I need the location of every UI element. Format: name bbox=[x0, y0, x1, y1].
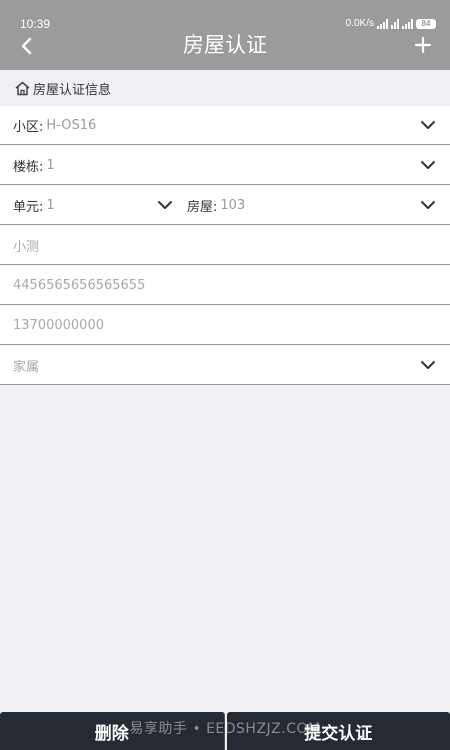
building-value: 1 bbox=[46, 157, 55, 173]
status-time: 10:39 bbox=[20, 17, 51, 31]
relation-value: 家属 bbox=[13, 359, 40, 375]
action-bar: 删除 提交认证 bbox=[0, 712, 450, 750]
signal-icon bbox=[377, 19, 388, 29]
header-bar: 10:39 0.0K/s 84 房屋认证 bbox=[0, 0, 450, 70]
room-value: 103 bbox=[220, 198, 246, 213]
community-value: H-OS16 bbox=[46, 117, 97, 133]
chevron-down-icon[interactable] bbox=[420, 158, 436, 172]
name-value: 小测 bbox=[13, 239, 40, 255]
plus-icon bbox=[414, 36, 432, 54]
building-label: 楼栋: bbox=[13, 159, 44, 175]
signal-4g-icon bbox=[402, 19, 413, 29]
id-number-value: 4456565656565655 bbox=[13, 277, 146, 293]
status-bar: 10:39 0.0K/s 84 bbox=[0, 0, 450, 31]
phone-field[interactable]: 13700000000 bbox=[0, 306, 450, 345]
community-select[interactable]: 小区: H-OS16 bbox=[0, 106, 450, 145]
chevron-down-icon[interactable] bbox=[157, 198, 173, 212]
submit-button[interactable]: 提交认证 bbox=[226, 712, 450, 750]
page-title: 房屋认证 bbox=[183, 33, 267, 57]
building-select[interactable]: 楼栋: 1 bbox=[0, 146, 450, 185]
phone-value: 13700000000 bbox=[13, 317, 104, 333]
unit-value: 1 bbox=[46, 198, 55, 213]
relation-select[interactable]: 家属 bbox=[0, 346, 450, 385]
id-number-field[interactable]: 4456565656565655 bbox=[0, 266, 450, 305]
chevron-down-icon[interactable] bbox=[420, 358, 436, 372]
net-speed: 0.0K/s bbox=[345, 18, 374, 29]
name-field[interactable]: 小测 bbox=[0, 226, 450, 265]
unit-room-row: 单元: 1 房屋: 103 bbox=[0, 186, 450, 225]
delete-button[interactable]: 删除 bbox=[0, 712, 225, 750]
community-label: 小区: bbox=[13, 119, 44, 135]
room-select[interactable]: 房屋: 103 bbox=[187, 186, 407, 225]
section-header: 房屋认证信息 bbox=[0, 70, 450, 106]
unit-label: 单元: bbox=[13, 200, 44, 215]
room-label: 房屋: bbox=[187, 200, 218, 215]
battery-icon: 84 bbox=[416, 19, 436, 29]
section-title: 房屋认证信息 bbox=[33, 82, 112, 98]
status-indicators: 0.0K/s 84 bbox=[346, 18, 436, 30]
home-icon bbox=[15, 81, 30, 95]
chevron-down-icon[interactable] bbox=[420, 198, 436, 212]
chevron-down-icon[interactable] bbox=[420, 118, 436, 132]
wifi-icon bbox=[391, 19, 399, 29]
add-button[interactable] bbox=[410, 32, 436, 58]
